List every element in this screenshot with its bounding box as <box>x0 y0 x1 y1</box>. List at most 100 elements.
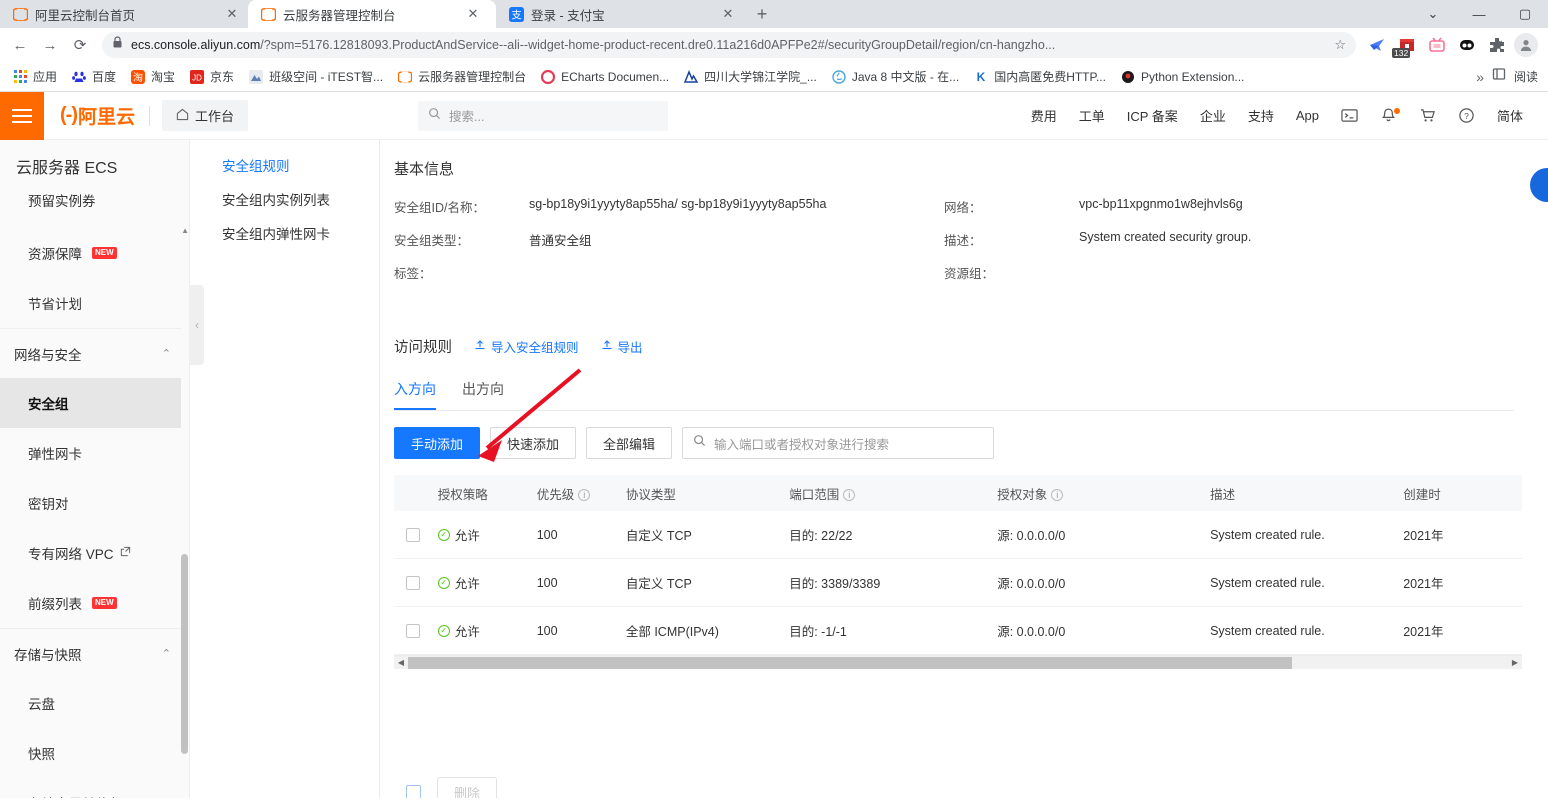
back-button[interactable]: ← <box>6 31 34 59</box>
sidebar-item-cloud-disk[interactable]: 云盘 <box>0 678 189 728</box>
import-rules-button[interactable]: 导入安全组规则 <box>474 337 579 356</box>
rules-search-input[interactable]: 输入端口或者授权对象进行搜索 <box>682 427 995 459</box>
shopping-cart-icon[interactable] <box>1408 107 1447 124</box>
scrollbar-thumb[interactable] <box>408 656 1292 669</box>
forward-button[interactable]: → <box>36 31 64 59</box>
bookmark-python-extension[interactable]: Python Extension... <box>1114 66 1250 88</box>
sidebar-item-eni[interactable]: 弹性网卡 <box>0 428 189 478</box>
tab-outbound[interactable]: 出方向 <box>462 379 504 410</box>
manual-add-button[interactable]: 手动添加 <box>394 427 481 459</box>
browser-tab-3[interactable]: 支 登录 - 支付宝 ✕ <box>496 0 744 28</box>
tab-inbound[interactable]: 入方向 <box>394 379 436 410</box>
language-switch[interactable]: 简体 <box>1486 106 1534 125</box>
sidebar-item-snapshot[interactable]: 快照 <box>0 728 189 778</box>
table-horizontal-scrollbar[interactable]: ◀ ▶ <box>394 655 1522 669</box>
chevron-down-icon[interactable]: ⌄ <box>1410 6 1456 22</box>
bookmark-star-icon[interactable]: ☆ <box>1334 37 1346 53</box>
bookmark-itest[interactable]: 班级空间 - iTEST智... <box>242 65 389 88</box>
help-circle-icon[interactable]: ? <box>1447 107 1486 124</box>
scrollbar-track[interactable] <box>408 656 1508 670</box>
minimize-button[interactable]: — <box>1456 7 1502 22</box>
bookmark-jd[interactable]: JD 京东 <box>183 65 240 88</box>
bookmark-kuaidaili[interactable]: K 国内高匿免费HTTP... <box>967 65 1112 88</box>
header-nav-icp[interactable]: ICP 备案 <box>1116 106 1189 125</box>
tab-close-icon[interactable]: ✕ <box>465 6 481 22</box>
row-checkbox[interactable] <box>406 623 420 638</box>
console-terminal-icon[interactable] <box>1330 107 1369 124</box>
sidebar-item-scu[interactable]: 存储容量单位包 <box>0 778 189 798</box>
new-tab-button[interactable]: + <box>748 0 776 28</box>
table-row[interactable]: ✓ 允许 100 自定义 TCP 目的: 22/22 源: 0.0.0.0/0 S… <box>394 511 1522 559</box>
header-nav-ticket[interactable]: 工单 <box>1068 106 1116 125</box>
browser-tab-1[interactable]: 阿里云控制台首页 ✕ <box>0 0 248 28</box>
edit-all-button[interactable]: 全部编辑 <box>586 427 673 459</box>
row-checkbox-cell[interactable] <box>394 575 438 590</box>
batch-delete-button[interactable]: 删除 <box>437 777 498 798</box>
bookmark-echarts[interactable]: ECharts Documen... <box>534 66 675 88</box>
sidebar-item-reserved-instance[interactable]: 预留实例券 <box>0 190 189 228</box>
aliyun-logo[interactable]: (-) 阿里云 <box>44 102 149 129</box>
info-value: vpc-bp11xpgnmo1w8ejhvls6g <box>1079 197 1243 211</box>
sidebar-collapse-handle[interactable]: ‹ <box>190 285 204 365</box>
info-icon[interactable]: i <box>578 489 591 502</box>
info-icon[interactable]: i <box>1051 489 1064 502</box>
notification-bell-icon[interactable] <box>1369 107 1408 124</box>
tab-close-icon[interactable]: ✕ <box>720 6 736 22</box>
header-nav-fee[interactable]: 费用 <box>1020 106 1068 125</box>
workbench-button[interactable]: 工作台 <box>162 100 249 131</box>
browser-tab-2[interactable]: 云服务器管理控制台 ✕ <box>248 0 496 28</box>
shop-extension-icon[interactable]: 132 <box>1392 32 1420 58</box>
scroll-up-arrow-icon[interactable]: ▲ <box>181 226 189 235</box>
subnav-item-instance-list[interactable]: 安全组内实例列表 <box>190 182 379 216</box>
bookmarks-overflow-button[interactable]: » <box>1476 69 1484 85</box>
quick-add-button[interactable]: 快速添加 <box>490 427 577 459</box>
bookmark-ecs-console[interactable]: 云服务器管理控制台 <box>391 65 532 88</box>
global-search-input[interactable]: 搜索... <box>418 100 669 131</box>
menu-hamburger-icon[interactable] <box>0 91 44 140</box>
reading-list-label[interactable]: 阅读 <box>1514 68 1538 85</box>
sidebar-item-savings-plan[interactable]: 节省计划 <box>0 278 189 328</box>
table-row[interactable]: ✓ 允许 100 自定义 TCP 目的: 3389/3389 源: 0.0.0.0… <box>394 559 1522 607</box>
sidebar-item-keypair[interactable]: 密钥对 <box>0 478 189 528</box>
info-icon[interactable]: i <box>843 489 856 502</box>
paper-plane-extension-icon[interactable] <box>1364 32 1390 58</box>
bookmark-taobao[interactable]: 淘 淘宝 <box>124 65 181 88</box>
table-row[interactable]: ✓ 允许 100 全部 ICMP(IPv4) 目的: -1/-1 源: 0.0.0… <box>394 607 1522 655</box>
scroll-left-arrow-icon[interactable]: ◀ <box>394 658 408 667</box>
puzzle-extension-icon[interactable] <box>1484 32 1510 58</box>
profile-avatar[interactable] <box>1514 33 1538 57</box>
sidebar-item-prefix-list[interactable]: 前缀列表 NEW <box>0 578 189 628</box>
tv-extension-icon[interactable] <box>1424 32 1450 58</box>
scroll-right-arrow-icon[interactable]: ▶ <box>1508 658 1522 667</box>
maximize-button[interactable]: ▢ <box>1502 6 1548 22</box>
select-all-checkbox[interactable] <box>406 784 421 798</box>
row-checkbox[interactable] <box>406 575 420 590</box>
header-nav-enterprise[interactable]: 企业 <box>1189 106 1237 125</box>
address-bar[interactable]: ecs.console.aliyun.com/?spm=5176.1281809… <box>102 32 1356 58</box>
bookmark-java[interactable]: Java 8 中文版 - 在... <box>825 65 965 88</box>
row-checkbox-cell[interactable] <box>394 623 438 638</box>
subnav-item-eni-list[interactable]: 安全组内弹性网卡 <box>190 216 379 250</box>
bookmark-baidu[interactable]: 百度 <box>65 65 122 88</box>
sidebar-scrollbar-thumb[interactable] <box>181 554 188 754</box>
header-nav-app[interactable]: App <box>1285 108 1330 123</box>
export-rules-button[interactable]: 导出 <box>601 337 643 356</box>
sidebar-group-network-security[interactable]: 网络与安全 ⌃ <box>0 328 189 378</box>
info-row-security-group-type: 安全组类型： 普通安全组 <box>394 230 944 249</box>
sidebar-scrollbar[interactable]: ▲ <box>181 182 189 798</box>
bookmark-scu[interactable]: 四川大学锦江学院_... <box>677 65 823 88</box>
sidebar-item-security-group[interactable]: 安全组 <box>0 378 189 428</box>
sidebar-item-resource-guarantee[interactable]: 资源保障 NEW <box>0 228 189 278</box>
sidebar-group-storage-snapshot[interactable]: 存储与快照 ⌃ <box>0 628 189 678</box>
subnav-item-security-group-rules[interactable]: 安全组规则 <box>190 148 379 182</box>
reload-button[interactable]: ⟳ <box>66 31 94 59</box>
row-checkbox-cell[interactable] <box>394 527 438 542</box>
header-nav-support[interactable]: 支持 <box>1237 106 1285 125</box>
reading-list-icon[interactable] <box>1492 67 1506 86</box>
panda-extension-icon[interactable] <box>1454 32 1480 58</box>
bookmark-apps[interactable]: 应用 <box>6 65 63 88</box>
row-checkbox[interactable] <box>406 527 420 542</box>
sidebar-item-vpc[interactable]: 专有网络 VPC <box>0 528 189 578</box>
tab-close-icon[interactable]: ✕ <box>224 6 240 22</box>
cell-created-time: 2021年 <box>1403 529 1444 543</box>
